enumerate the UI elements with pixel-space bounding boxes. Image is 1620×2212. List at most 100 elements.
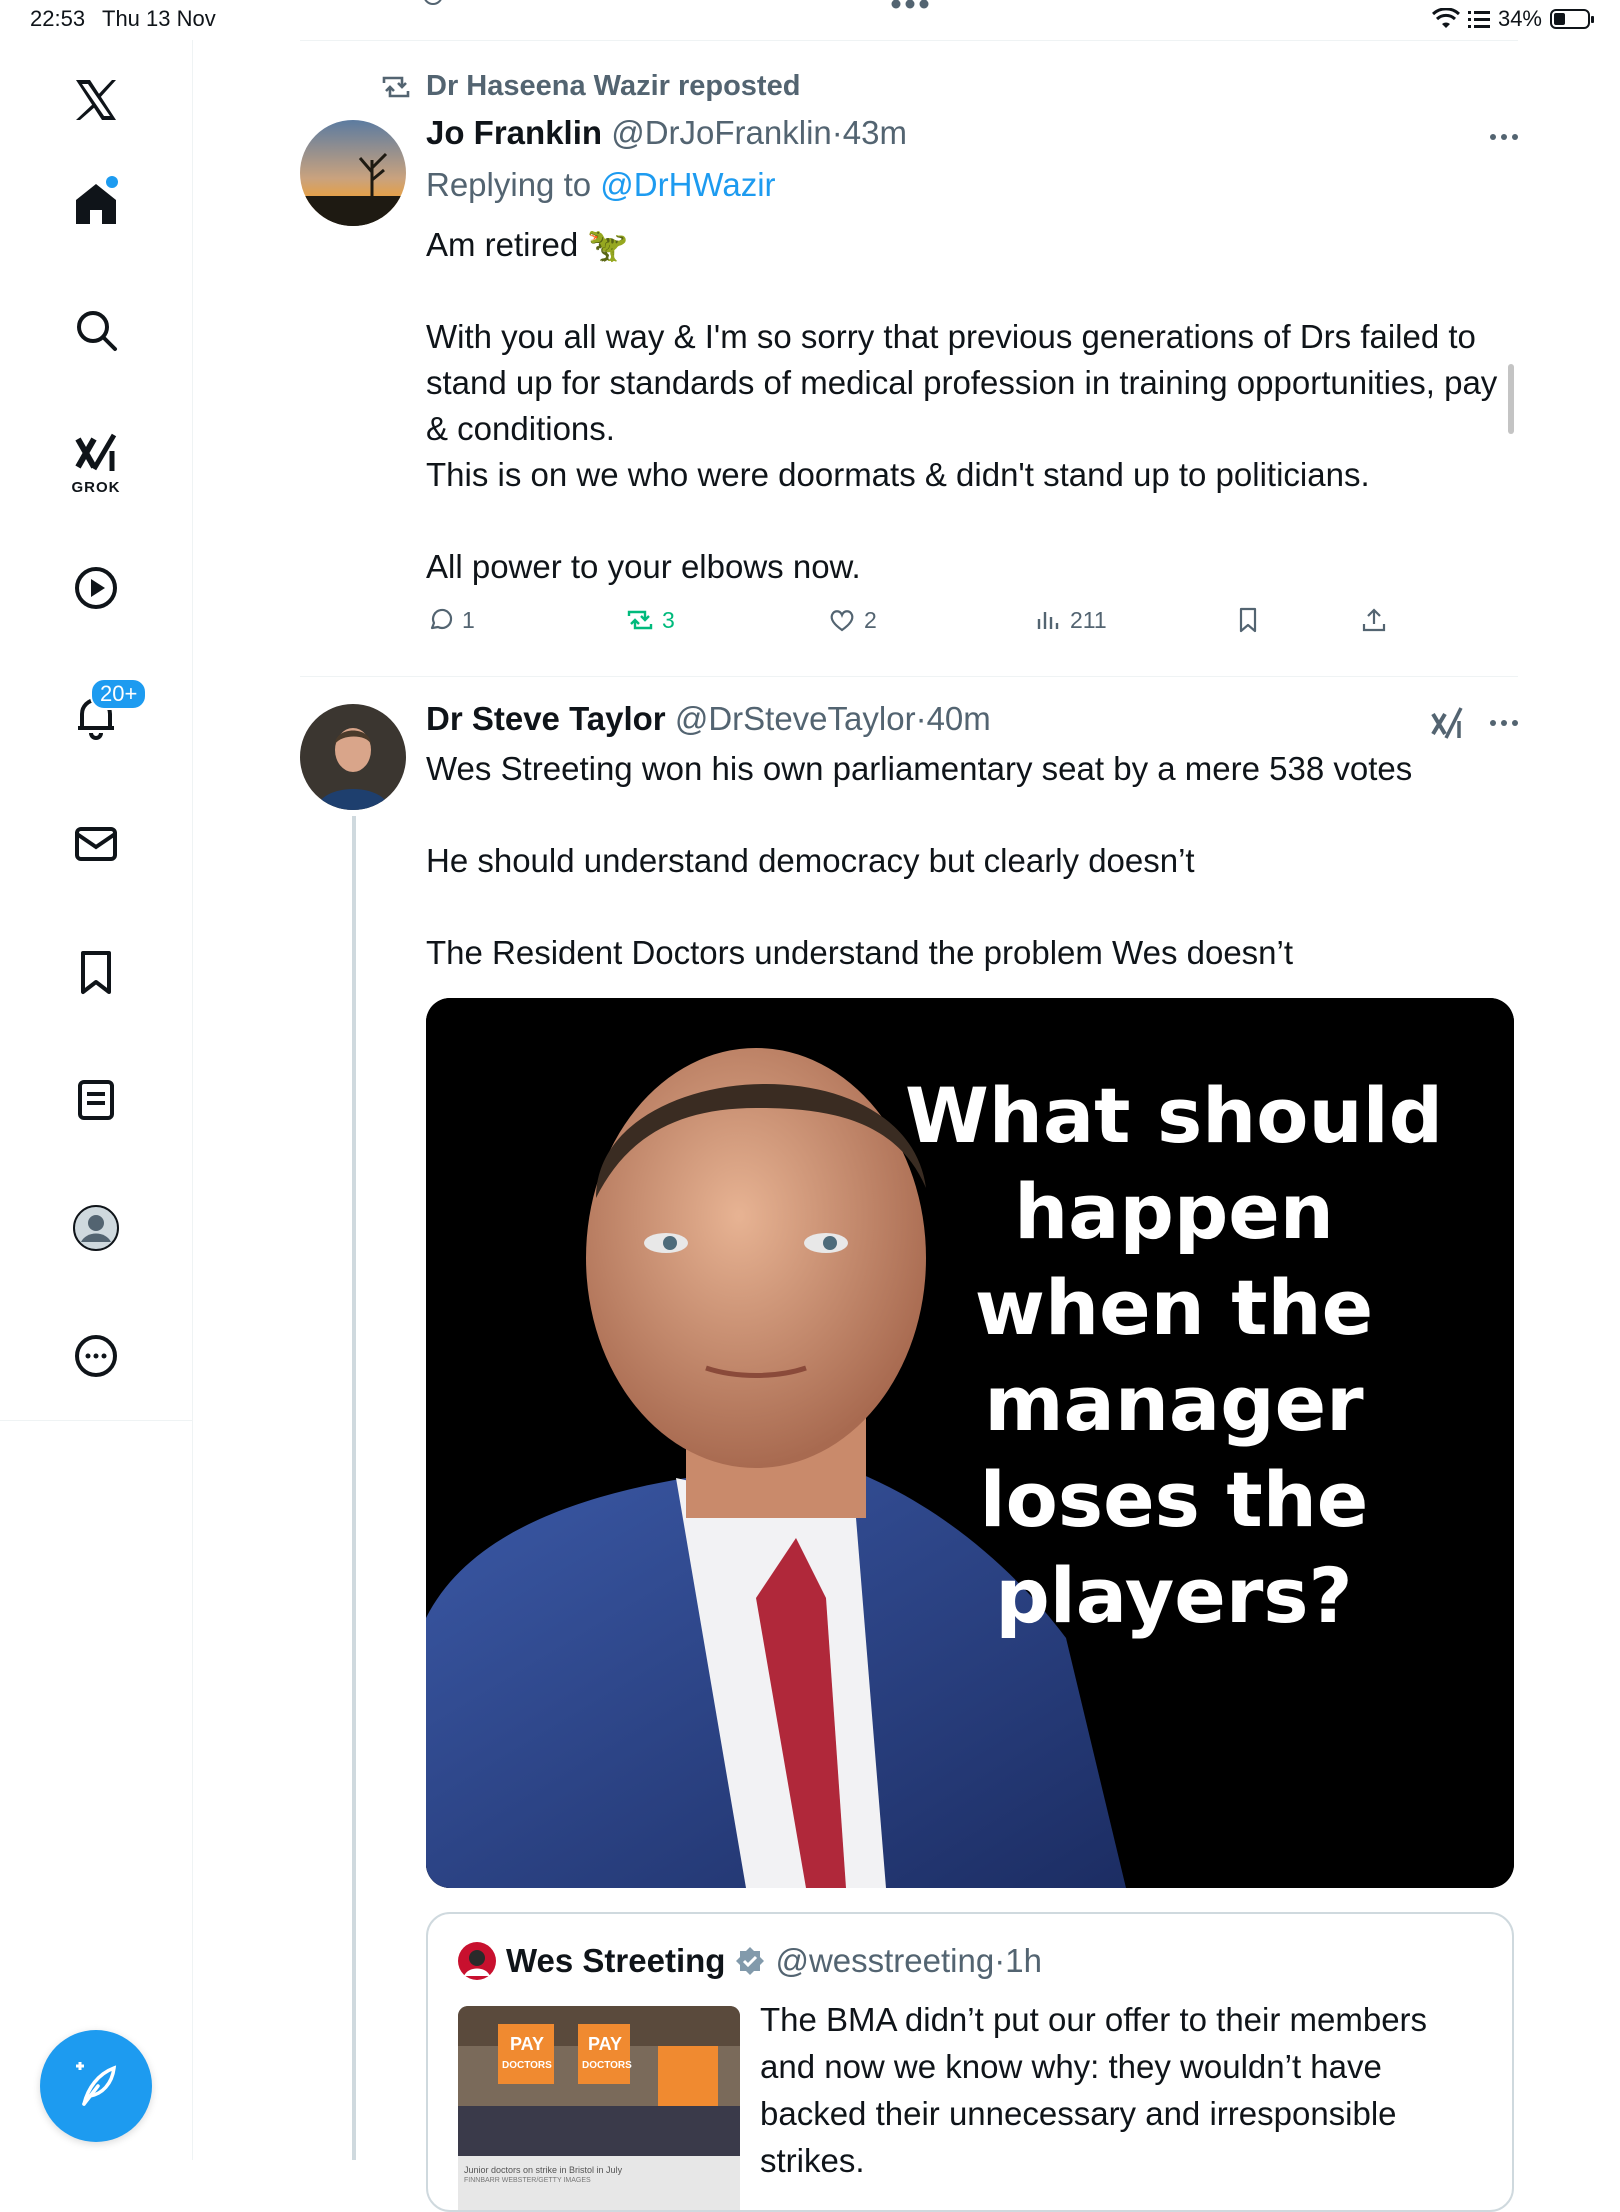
- author-name[interactable]: Dr Steve Taylor: [426, 700, 666, 737]
- caption-line: loses the: [979, 1455, 1369, 1544]
- more-options-button[interactable]: [1478, 134, 1518, 140]
- strike-photo: PAY PAY DOCTORS DOCTORS: [458, 2006, 740, 2156]
- nav-grok[interactable]: GROK: [56, 420, 136, 500]
- sign-doctors: DOCTORS: [582, 2060, 632, 2071]
- repost-label: Dr Haseena Wazir reposted: [426, 70, 801, 102]
- reply-button[interactable]: 1: [426, 606, 475, 634]
- tweet-time[interactable]: 43m: [843, 114, 907, 151]
- bookmark-icon: [1239, 607, 1257, 633]
- more-options-button[interactable]: [1478, 720, 1518, 726]
- avatar-sunset-image: [300, 120, 406, 226]
- tweet-paragraph: He should understand democracy but clear…: [426, 842, 1195, 879]
- replying-prefix: Replying to: [426, 166, 592, 203]
- bookmark-icon: [81, 951, 111, 994]
- sidebar: GROK 20+: [0, 40, 193, 2160]
- reply-icon: [430, 608, 453, 630]
- quoted-tweet-time[interactable]: 1h: [1005, 1942, 1042, 1980]
- dot-separator: ·: [831, 114, 843, 151]
- x-logo-button[interactable]: [56, 60, 136, 140]
- views-button[interactable]: 211: [1034, 606, 1107, 634]
- tweet-text: Am retired 🦖 With you all way & I'm so s…: [426, 222, 1516, 590]
- search-icon: [77, 311, 117, 351]
- nav-lists[interactable]: [56, 1060, 136, 1140]
- author-handle[interactable]: @DrSteveTaylor: [675, 700, 916, 737]
- like-button[interactable]: 2: [828, 606, 877, 634]
- tweet-paragraph: The Resident Doctors understand the prob…: [426, 934, 1294, 971]
- tweet-paragraph: All power to your elbows now.: [426, 548, 861, 585]
- quoted-tweet-header: Wes Streeting @wesstreeting · 1h: [458, 1942, 1042, 1980]
- replying-to: Replying to @DrHWazir: [426, 162, 1516, 208]
- nav-profile[interactable]: [56, 1188, 136, 1268]
- sidebar-divider: [0, 1420, 192, 1421]
- x-logo-icon: [76, 80, 116, 120]
- sign-pay: PAY: [510, 2034, 544, 2054]
- caption-line: when the: [974, 1263, 1374, 1352]
- sign-pay: PAY: [588, 2034, 622, 2054]
- avatar[interactable]: [300, 120, 406, 226]
- grok-explain-icon[interactable]: [1430, 704, 1464, 742]
- bookmark-button[interactable]: [1234, 606, 1262, 634]
- tweet[interactable]: Dr Steve Taylor @DrSteveTaylor·40m Wes S…: [300, 676, 1518, 2212]
- like-count: 2: [864, 606, 877, 633]
- nav-search[interactable]: [56, 290, 136, 370]
- thumb-caption: Junior doctors on strike in Bristol in J…: [464, 2165, 623, 2175]
- tweet-header: Dr Steve Taylor @DrSteveTaylor·40m: [426, 700, 991, 738]
- quoted-tweet[interactable]: Wes Streeting @wesstreeting·1h PAY PAY: [426, 1912, 1514, 2212]
- grok-label: GROK: [71, 479, 121, 496]
- replying-handle-link[interactable]: @DrHWazir: [600, 166, 775, 203]
- caption-line: happen: [1014, 1167, 1334, 1256]
- author-name[interactable]: Jo Franklin: [426, 114, 602, 151]
- quoted-avatar[interactable]: [458, 1942, 496, 1980]
- share-button[interactable]: [1360, 606, 1388, 634]
- home-unread-dot: [106, 176, 118, 188]
- repost-icon: [627, 610, 653, 630]
- tweet-text: Wes Streeting won his own parliamentary …: [426, 746, 1516, 976]
- scrollbar[interactable]: [1508, 364, 1514, 434]
- share-icon: [1362, 608, 1386, 632]
- quoted-author-name[interactable]: Wes Streeting: [506, 1942, 725, 1980]
- nav-home[interactable]: [56, 164, 136, 244]
- nav-bookmarks[interactable]: [56, 932, 136, 1012]
- caption-line: players?: [995, 1551, 1353, 1640]
- quoted-author-handle[interactable]: @wesstreeting: [775, 1942, 994, 1980]
- list-document-icon: [78, 1080, 114, 1120]
- play-icon: [75, 567, 117, 609]
- nav-more[interactable]: [56, 1316, 136, 1396]
- thread-connector: [352, 816, 356, 2160]
- avatar-portrait-image: [300, 704, 406, 810]
- nav-messages[interactable]: [56, 804, 136, 884]
- verified-badge-icon: [736, 1947, 765, 1975]
- tweet-actions: 1 3 2 211: [426, 606, 1426, 642]
- repost-context: Dr Haseena Wazir reposted: [380, 70, 800, 103]
- repost-button[interactable]: 3: [626, 606, 675, 634]
- reply-count: 1: [462, 606, 475, 633]
- dot-separator: ·: [994, 1942, 1006, 1979]
- battery-level: [1554, 13, 1565, 25]
- tweet-paragraph: This is on we who were doormats & didn't…: [426, 456, 1370, 493]
- caption-line: manager: [984, 1359, 1364, 1448]
- compose-feather-icon: [76, 2062, 117, 2106]
- tweet-time[interactable]: 40m: [927, 700, 991, 737]
- tweet-media-image[interactable]: What should happen when the manager lose…: [426, 998, 1514, 1888]
- nav-notifications[interactable]: 20+: [56, 676, 148, 756]
- thumb-credit: FINNBARR WEBSTER/GETTY IMAGES: [464, 2177, 591, 2184]
- tweet[interactable]: Dr Haseena Wazir reposted Jo Franklin @D…: [300, 0, 1518, 676]
- profile-avatar-icon: [73, 1205, 119, 1251]
- more-circle-icon: [75, 1335, 117, 1377]
- sign-doctors: DOCTORS: [502, 2060, 552, 2071]
- mail-icon: [75, 827, 117, 861]
- compose-button[interactable]: [40, 2030, 152, 2142]
- image-caption: What should happen when the manager lose…: [894, 1068, 1454, 1644]
- quoted-thumbnail[interactable]: PAY PAY DOCTORS DOCTORS Junior doctors o…: [458, 2006, 740, 2210]
- nav-videos[interactable]: [56, 548, 136, 628]
- status-time: 22:53: [30, 6, 86, 31]
- repost-icon: [382, 76, 410, 97]
- tweet-paragraph: With you all way & I'm so sorry that pre…: [426, 318, 1498, 447]
- dot-separator: ·: [915, 700, 927, 737]
- repost-count: 3: [662, 606, 675, 633]
- heart-icon: [830, 610, 854, 632]
- quoted-tweet-text: The BMA didn’t put our offer to their me…: [760, 2001, 1428, 2179]
- status-date: Thu 13 Nov: [102, 6, 216, 31]
- author-handle[interactable]: @DrJoFranklin: [611, 114, 832, 151]
- avatar[interactable]: [300, 704, 406, 810]
